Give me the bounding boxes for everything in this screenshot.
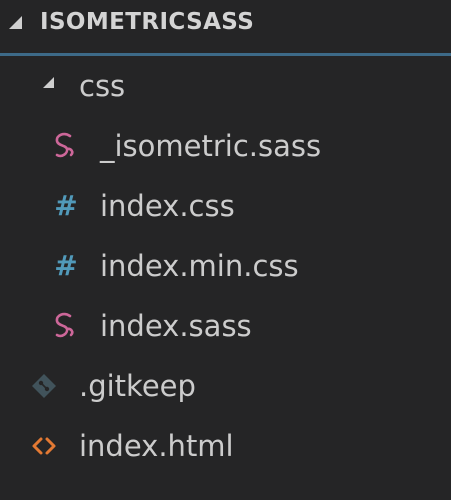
css-hash-icon: # (54, 189, 78, 222)
tree-item-label: _isometric.sass (100, 129, 322, 163)
header-divider (0, 53, 451, 56)
sass-icon (55, 132, 74, 158)
tree-item-isometric-sass[interactable]: _isometric.sass (0, 117, 451, 175)
tree-item-index-html[interactable]: index.html (0, 417, 451, 475)
folder-expanded-icon[interactable] (43, 77, 54, 88)
section-collapse-icon[interactable] (9, 16, 22, 29)
html-icon (32, 437, 56, 455)
sass-icon (55, 312, 74, 338)
project-title: ISOMETRICSASS (40, 9, 255, 35)
git-icon (32, 374, 56, 398)
tree-item-label: css (79, 69, 126, 103)
tree-item-index-sass[interactable]: index.sass (0, 297, 451, 355)
project-section-header[interactable]: ISOMETRICSASS (0, 0, 451, 53)
tree-item-gitkeep[interactable]: .gitkeep (0, 357, 451, 415)
file-explorer: ISOMETRICSASS css _isometric.sass # inde… (0, 0, 451, 500)
tree-item-index-min-css[interactable]: # index.min.css (0, 237, 451, 295)
css-hash-icon: # (54, 249, 78, 282)
tree-item-label: index.sass (100, 309, 252, 343)
tree-item-css-folder[interactable]: css (0, 57, 451, 115)
tree-item-label: index.css (100, 189, 235, 223)
tree-item-index-css[interactable]: # index.css (0, 177, 451, 235)
tree-item-label: index.html (79, 429, 234, 463)
tree-item-label: index.min.css (100, 249, 299, 283)
tree-item-label: .gitkeep (79, 369, 196, 403)
